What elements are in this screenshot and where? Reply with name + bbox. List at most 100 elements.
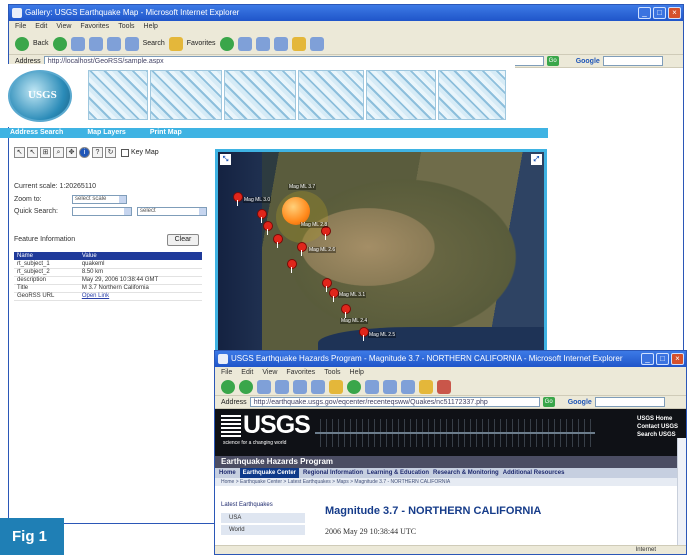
menu-edit[interactable]: Edit <box>241 367 253 379</box>
popup-go-button[interactable]: Go <box>542 397 555 407</box>
stop-icon[interactable] <box>70 36 85 51</box>
back-icon[interactable] <box>15 36 29 51</box>
quake-pin[interactable] <box>360 328 368 341</box>
tab-regional-information[interactable]: Regional Information <box>303 468 363 478</box>
quake-pin[interactable] <box>323 279 331 292</box>
tab-home[interactable]: Home <box>219 468 236 478</box>
back-label[interactable]: Back <box>33 40 49 47</box>
quake-pin[interactable] <box>258 210 266 223</box>
go-button[interactable]: Go <box>546 56 559 66</box>
messenger-icon[interactable] <box>309 36 324 51</box>
forward-icon[interactable] <box>239 380 253 394</box>
full-extent-icon[interactable]: ⊞ <box>40 147 51 158</box>
usgs-home-link[interactable]: USGS Home <box>637 415 678 423</box>
minimize-button[interactable]: _ <box>638 7 651 19</box>
quake-pin[interactable] <box>298 243 306 256</box>
sidebar-item-world[interactable]: World <box>221 525 305 535</box>
usgs-globe-logo: USGS <box>8 70 72 122</box>
menu-view[interactable]: View <box>262 367 277 379</box>
home-icon[interactable] <box>106 36 121 51</box>
menu-edit[interactable]: Edit <box>35 21 47 33</box>
messenger-icon[interactable] <box>437 380 451 394</box>
info-icon[interactable]: i <box>79 147 90 158</box>
zoom-in-icon[interactable]: ↖ <box>14 147 25 158</box>
print-icon[interactable] <box>273 36 288 51</box>
contact-usgs-link[interactable]: Contact USGS <box>637 423 678 431</box>
refresh-icon[interactable] <box>88 36 103 51</box>
zoom-box-icon[interactable]: ⌕ <box>53 147 64 158</box>
quake-pin[interactable] <box>264 222 272 235</box>
quake-pin[interactable] <box>342 305 350 318</box>
quake-pin[interactable] <box>288 260 296 273</box>
banner-image-6 <box>438 70 506 120</box>
pan-icon[interactable]: ✥ <box>66 147 77 158</box>
zoom-out-icon[interactable]: ↖ <box>27 147 38 158</box>
clear-button[interactable]: Clear <box>167 234 199 246</box>
favorites-label[interactable]: Favorites <box>187 40 216 47</box>
open-link[interactable]: Open Link <box>78 292 202 301</box>
tab-earthquake-center[interactable]: Earthquake Center <box>239 468 300 478</box>
menu-view[interactable]: View <box>56 21 71 33</box>
map-expand-icon[interactable]: ⤡ <box>220 154 231 165</box>
nav-map-layers[interactable]: Map Layers <box>87 128 126 138</box>
satellite-map[interactable]: ⤡ ⤢ Mag ML 3.0 Mag ML 3.7 Mag ML 2.6 Mag… <box>215 149 547 355</box>
quake-pin[interactable] <box>322 227 330 240</box>
home-icon[interactable] <box>293 380 307 394</box>
help-icon[interactable]: ? <box>92 147 103 158</box>
maximize-button[interactable]: □ <box>653 7 666 19</box>
menu-favorites[interactable]: Favorites <box>80 21 109 33</box>
google-search-input[interactable] <box>602 56 663 66</box>
refresh-icon[interactable] <box>275 380 289 394</box>
nav-address-search[interactable]: Address Search <box>10 128 63 138</box>
search-icon[interactable] <box>124 36 139 51</box>
history-icon[interactable] <box>365 380 379 394</box>
header-name: Name <box>14 252 79 260</box>
vertical-scrollbar[interactable] <box>677 438 686 547</box>
popup-close-button[interactable]: × <box>671 353 684 365</box>
refresh-map-icon[interactable]: ↻ <box>105 147 116 158</box>
quake-pin[interactable] <box>234 193 242 206</box>
nav-bar: Address Search Map Layers Print Map <box>0 128 548 138</box>
search-icon[interactable] <box>311 380 325 394</box>
quick-search-select[interactable]: select <box>137 207 207 216</box>
nav-print-map[interactable]: Print Map <box>150 128 182 138</box>
close-button[interactable]: × <box>668 7 681 19</box>
print-icon[interactable] <box>401 380 415 394</box>
quick-search-input[interactable] <box>72 207 132 216</box>
favorites-icon[interactable] <box>168 36 183 51</box>
menu-tools[interactable]: Tools <box>324 367 340 379</box>
search-usgs-link[interactable]: Search USGS <box>637 431 678 439</box>
history-icon[interactable] <box>237 36 252 51</box>
search-label[interactable]: Search <box>143 40 165 47</box>
forward-icon[interactable] <box>52 36 67 51</box>
zoom-to-select[interactable]: select scale <box>72 195 127 204</box>
folder-icon[interactable] <box>291 36 306 51</box>
google-search-input[interactable] <box>594 397 665 407</box>
tab-additional-resources[interactable]: Additional Resources <box>503 468 565 478</box>
tab-research-monitoring[interactable]: Research & Monitoring <box>433 468 499 478</box>
menu-help[interactable]: Help <box>350 367 364 379</box>
map-corner-icon[interactable]: ⤢ <box>531 154 542 165</box>
selected-quake-marker[interactable] <box>282 197 310 225</box>
favorites-icon[interactable] <box>329 380 343 394</box>
popup-minimize-button[interactable]: _ <box>641 353 654 365</box>
tab-learning-education[interactable]: Learning & Education <box>367 468 429 478</box>
media-icon[interactable] <box>219 36 234 51</box>
key-map-checkbox[interactable] <box>121 148 129 157</box>
stop-icon[interactable] <box>257 380 271 394</box>
menu-help[interactable]: Help <box>144 21 158 33</box>
menu-file[interactable]: File <box>15 21 26 33</box>
media-icon[interactable] <box>347 380 361 394</box>
mail-icon[interactable] <box>383 380 397 394</box>
quake-pin[interactable] <box>274 235 282 248</box>
sidebar-item-usa[interactable]: USA <box>221 513 305 523</box>
menu-tools[interactable]: Tools <box>118 21 134 33</box>
popup-address-input[interactable]: http://earthquake.usgs.gov/eqcenter/rece… <box>249 397 540 407</box>
back-icon[interactable] <box>221 380 235 394</box>
menu-file[interactable]: File <box>221 367 232 379</box>
mail-icon[interactable] <box>255 36 270 51</box>
menu-favorites[interactable]: Favorites <box>286 367 315 379</box>
folder-icon[interactable] <box>419 380 433 394</box>
popup-maximize-button[interactable]: □ <box>656 353 669 365</box>
quake-pin[interactable] <box>330 289 338 302</box>
